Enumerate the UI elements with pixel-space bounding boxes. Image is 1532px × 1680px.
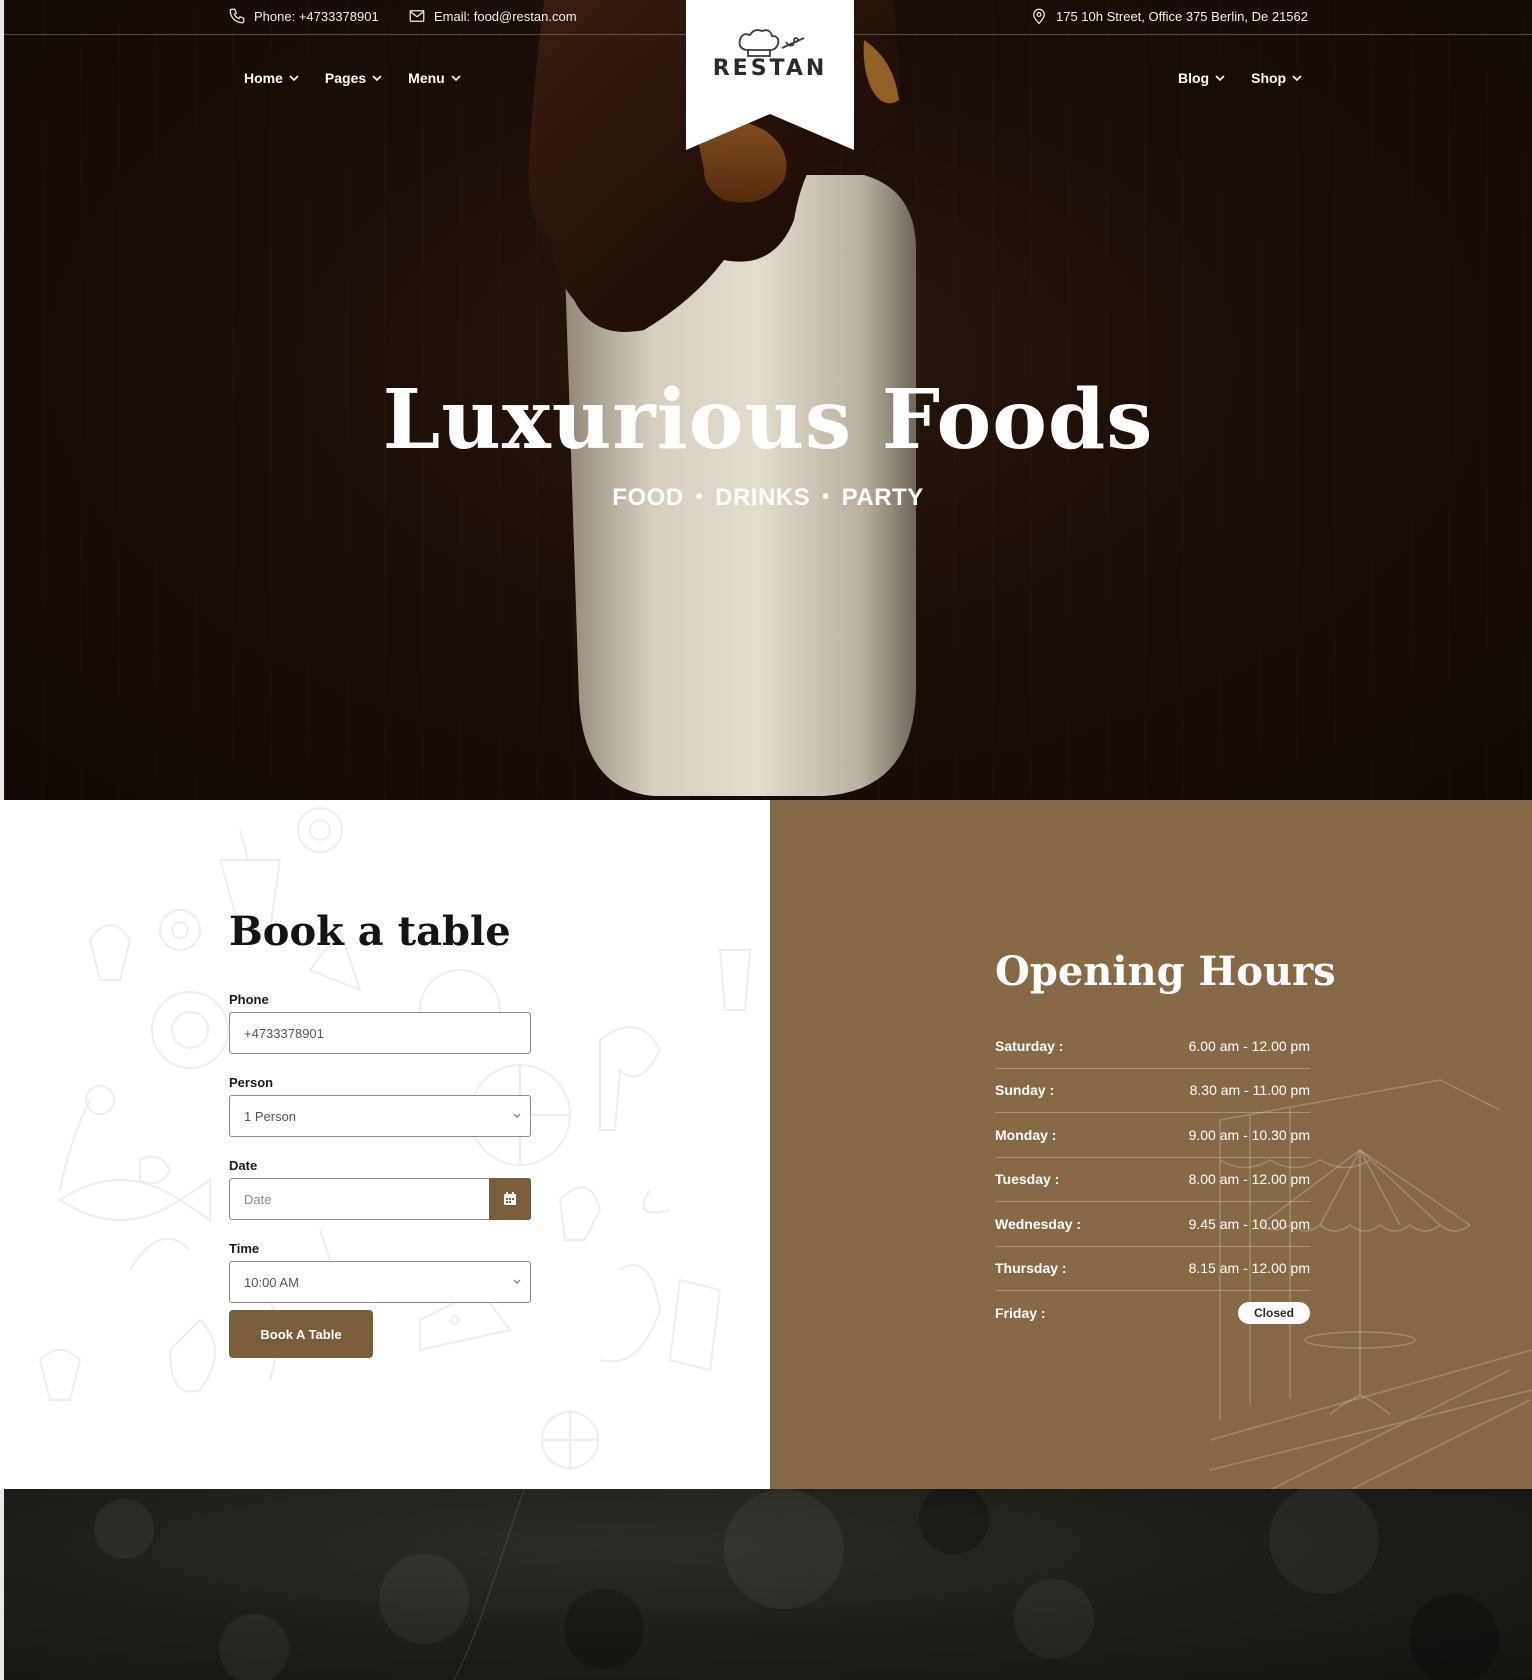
- hero-subtitle-food: FOOD: [612, 484, 684, 511]
- hours-day: Friday :: [995, 1305, 1046, 1322]
- hours-day: Sunday :: [995, 1082, 1055, 1099]
- hours-time: 8.30 am - 11.00 pm: [1189, 1082, 1310, 1099]
- date-input[interactable]: Date: [229, 1178, 531, 1220]
- hero-title: Luxurious Foods: [382, 372, 1154, 468]
- topbar-phone[interactable]: Phone: +4733378901: [228, 7, 379, 25]
- mail-icon: [409, 10, 425, 22]
- time-label: Time: [229, 1241, 260, 1256]
- phone-input-value: +4733378901: [244, 1025, 324, 1041]
- hours-row: Sunday : 8.30 am - 11.00 pm: [995, 1069, 1310, 1113]
- phone-input[interactable]: +4733378901: [229, 1012, 531, 1054]
- food-doodle-background: [38, 807, 752, 1469]
- phone-icon: [229, 8, 245, 24]
- chevron-down-icon: [289, 75, 299, 82]
- nav-pages[interactable]: Pages: [325, 70, 382, 86]
- hours-list: Saturday : 6.00 am - 12.00 pm Sunday : 8…: [995, 1024, 1310, 1336]
- nav-menu[interactable]: Menu: [408, 70, 461, 86]
- bullet-separator: •: [695, 486, 704, 508]
- date-input-placeholder: Date: [244, 1191, 272, 1207]
- time-select-value: 10:00 AM: [244, 1274, 299, 1290]
- phone-label: Phone: [229, 992, 269, 1007]
- hours-day: Wednesday :: [995, 1215, 1082, 1232]
- hours-day: Thursday :: [995, 1260, 1067, 1277]
- person-select[interactable]: 1 Person: [229, 1095, 531, 1137]
- topbar-address-text: 175 10h Street, Office 375 Berlin, De 21…: [1056, 8, 1308, 24]
- bullet-separator: •: [822, 486, 830, 508]
- nav-pages-label: Pages: [324, 70, 367, 86]
- hours-time: 9.00 am - 10.30 pm: [1188, 1126, 1310, 1143]
- hours-row: Saturday : 6.00 am - 12.00 pm: [995, 1024, 1310, 1069]
- topbar-address: 175 10h Street, Office 375 Berlin, De 21…: [1030, 7, 1308, 25]
- hours-day: Saturday :: [995, 1037, 1064, 1054]
- topbar-email-text: Email: food@restan.com: [434, 8, 577, 24]
- main-nav-right: Blog Shop: [1178, 70, 1302, 86]
- hours-row: Thursday : 8.15 am - 12.00 pm: [995, 1247, 1310, 1291]
- calendar-button[interactable]: [489, 1178, 531, 1220]
- nav-home[interactable]: Home: [244, 70, 299, 86]
- hero-section: Phone: +4733378901 Email: food@restan.co…: [4, 0, 1532, 800]
- location-icon: [1033, 8, 1045, 25]
- hero-subtitle-party: PARTY: [841, 484, 924, 511]
- stone-texture-background: [94, 1489, 1499, 1680]
- booking-section: Book a table Phone +4733378901 Person 1 …: [0, 800, 770, 1490]
- opening-hours-section: Opening Hours Saturday : 6.00 am - 12.00…: [770, 800, 1532, 1490]
- time-select[interactable]: 10:00 AM: [229, 1261, 531, 1303]
- book-table-button[interactable]: Book A Table: [229, 1310, 373, 1358]
- date-label: Date: [229, 1158, 258, 1173]
- hero-subtitle: FOOD • DRINKS • PARTY: [4, 484, 1532, 512]
- nav-shop[interactable]: Shop: [1251, 70, 1302, 86]
- main-nav-left: Home Pages Menu: [244, 70, 461, 86]
- booking-title: Book a table: [229, 908, 511, 955]
- hours-time: 9.45 am - 10.00 pm: [1188, 1215, 1310, 1232]
- calendar-icon: [504, 1192, 516, 1205]
- hours-day: Tuesday :: [995, 1171, 1060, 1188]
- hours-row: Tuesday : 8.00 am - 12.00 pm: [995, 1158, 1310, 1202]
- hours-day: Monday :: [995, 1126, 1057, 1143]
- chevron-down-icon: [1292, 75, 1302, 82]
- chevron-down-icon: [372, 75, 382, 82]
- hours-time: 8.15 am - 12.00 pm: [1188, 1260, 1310, 1277]
- nav-blog[interactable]: Blog: [1178, 70, 1225, 86]
- opening-hours-title: Opening Hours: [995, 948, 1336, 995]
- closed-badge: Closed: [1237, 1302, 1310, 1325]
- hours-time: 8.00 am - 12.00 pm: [1188, 1171, 1310, 1188]
- nav-menu-label: Menu: [408, 70, 445, 86]
- hours-row: Monday : 9.00 am - 10.30 pm: [995, 1113, 1310, 1158]
- topbar-phone-text: Phone: +4733378901: [254, 8, 379, 24]
- chevron-down-icon: [513, 1279, 521, 1284]
- hours-row: Wednesday : 9.45 am - 10.00 pm: [995, 1202, 1310, 1247]
- nav-home-label: Home: [244, 70, 283, 86]
- chef-hat-logo-icon: [738, 29, 805, 57]
- person-label: Person: [229, 1075, 274, 1090]
- hours-time: 6.00 am - 12.00 pm: [1188, 1037, 1310, 1054]
- person-select-value: 1 Person: [244, 1108, 297, 1124]
- logo-text: RESTAN: [712, 56, 828, 81]
- hours-row: Friday : Closed: [995, 1291, 1310, 1336]
- hero-subtitle-drinks: DRINKS: [715, 484, 811, 511]
- nav-blog-label: Blog: [1178, 70, 1210, 86]
- topbar-email[interactable]: Email: food@restan.com: [408, 7, 577, 25]
- chevron-down-icon: [1215, 75, 1225, 82]
- dark-texture-section: [4, 1489, 1532, 1680]
- chevron-down-icon: [513, 1113, 521, 1118]
- nav-shop-label: Shop: [1251, 70, 1287, 86]
- chevron-down-icon: [451, 75, 461, 82]
